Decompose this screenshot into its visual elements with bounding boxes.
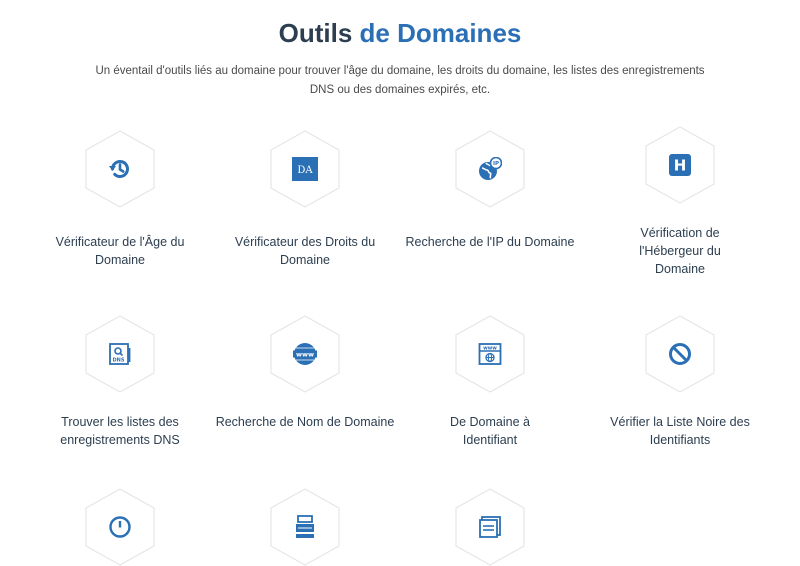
tool-label: Trouver les listes des enregistrements D… (60, 415, 180, 447)
tool-hexagon (85, 488, 155, 566)
tool-label: Vérification de l'Hébergeur du Domaine (639, 226, 721, 276)
da-icon: DA (292, 157, 318, 181)
tool-hexagon: DA (270, 130, 340, 208)
tool-hexagon: www (455, 315, 525, 393)
www-icon: www (293, 342, 317, 366)
history-icon (108, 157, 132, 181)
tool-label: De Domaine à Identifiant (450, 415, 530, 447)
browser-www-icon: www (478, 342, 502, 366)
tool-hexagon (455, 488, 525, 566)
browser-www-icon-text: www (483, 346, 497, 352)
blocked-icon (668, 342, 692, 366)
dns-icon-text: DNS (113, 358, 125, 364)
server-icon (293, 515, 317, 539)
tool-label: Recherche de Nom de Domaine (215, 415, 395, 429)
tool-hexagon: H (645, 126, 715, 204)
tool-hexagon (270, 488, 340, 566)
hosting-h-icon: H (668, 153, 692, 177)
tool-hexagon (645, 315, 715, 393)
h-icon-text: H (674, 157, 687, 175)
tool-hexagon: DNS (85, 315, 155, 393)
tool-label: Vérificateur de l'Âge du Domaine (55, 235, 185, 267)
tool-hexagon (85, 130, 155, 208)
globe-ip-icon: IP (478, 156, 503, 181)
www-icon-text: www (296, 351, 314, 359)
tool-label: Vérificateur des Droits du Domaine (234, 235, 376, 267)
ip-icon-text: IP (493, 161, 499, 167)
dns-search-icon: DNS (108, 342, 132, 366)
tools-grid: Vérificateur de l'Âge du Domaine DA Véri… (0, 0, 800, 566)
tool-label: Vérifier la Liste Noire des Identifiants (610, 415, 750, 447)
tool-hexagon: www (270, 315, 340, 393)
tool-label: Recherche de l'IP du Domaine (405, 235, 575, 249)
tool-hexagon: IP (455, 130, 525, 208)
window-list-icon (478, 515, 502, 539)
da-icon-text: DA (297, 165, 313, 176)
clock-icon (108, 515, 132, 539)
